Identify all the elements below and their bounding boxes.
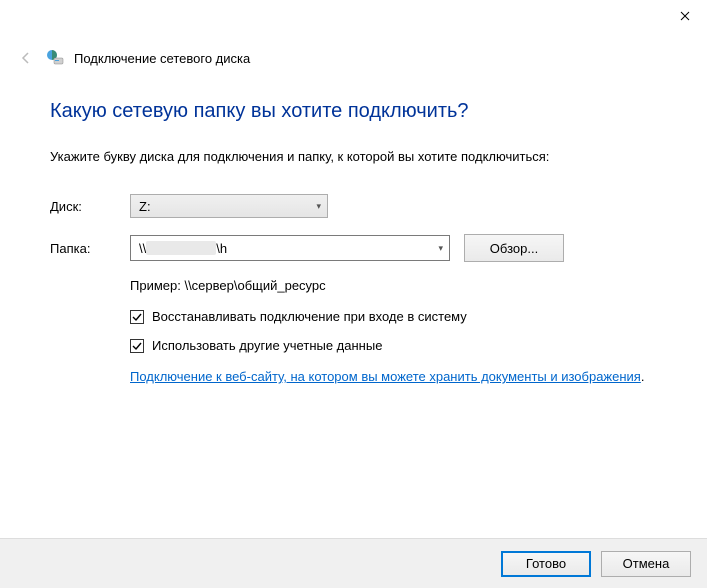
drive-value: Z:: [139, 199, 151, 214]
check-icon: [132, 341, 142, 351]
back-button: [16, 48, 36, 68]
network-drive-icon: [46, 49, 64, 67]
browse-button[interactable]: Обзор...: [464, 234, 564, 262]
close-button[interactable]: [662, 0, 707, 32]
folder-prefix: \\: [139, 241, 146, 256]
chevron-down-icon: ▾: [316, 201, 321, 212]
folder-suffix: \h: [216, 241, 227, 256]
folder-combobox[interactable]: \\ \h ▾: [130, 235, 450, 261]
chevron-down-icon: ▾: [438, 243, 443, 254]
button-bar: Готово Отмена: [0, 538, 707, 588]
instruction-text: Укажите букву диска для подключения и па…: [50, 149, 667, 164]
check-icon: [132, 312, 142, 322]
folder-label: Папка:: [50, 241, 130, 256]
example-text: Пример: \\сервер\общий_ресурс: [130, 278, 667, 293]
wizard-title: Подключение сетевого диска: [74, 51, 250, 66]
cancel-button[interactable]: Отмена: [601, 551, 691, 577]
website-storage-link[interactable]: Подключение к веб-сайту, на котором вы м…: [130, 367, 650, 388]
reconnect-label: Восстанавливать подключение при входе в …: [152, 309, 467, 324]
website-link-text: Подключение к веб-сайту, на котором вы м…: [130, 369, 641, 384]
link-period: .: [641, 367, 645, 388]
close-icon: [680, 11, 690, 21]
folder-value: \\ \h: [139, 241, 227, 256]
cancel-label: Отмена: [623, 556, 670, 571]
finish-button[interactable]: Готово: [501, 551, 591, 577]
back-arrow-icon: [18, 50, 34, 66]
drive-select[interactable]: Z: ▾: [130, 194, 328, 218]
other-creds-checkbox[interactable]: [130, 339, 144, 353]
page-heading: Какую сетевую папку вы хотите подключить…: [50, 100, 667, 123]
redacted-server: [146, 241, 216, 255]
finish-label: Готово: [526, 556, 566, 571]
drive-label: Диск:: [50, 199, 130, 214]
reconnect-checkbox[interactable]: [130, 310, 144, 324]
other-creds-label: Использовать другие учетные данные: [152, 338, 382, 353]
browse-label: Обзор...: [490, 241, 538, 256]
